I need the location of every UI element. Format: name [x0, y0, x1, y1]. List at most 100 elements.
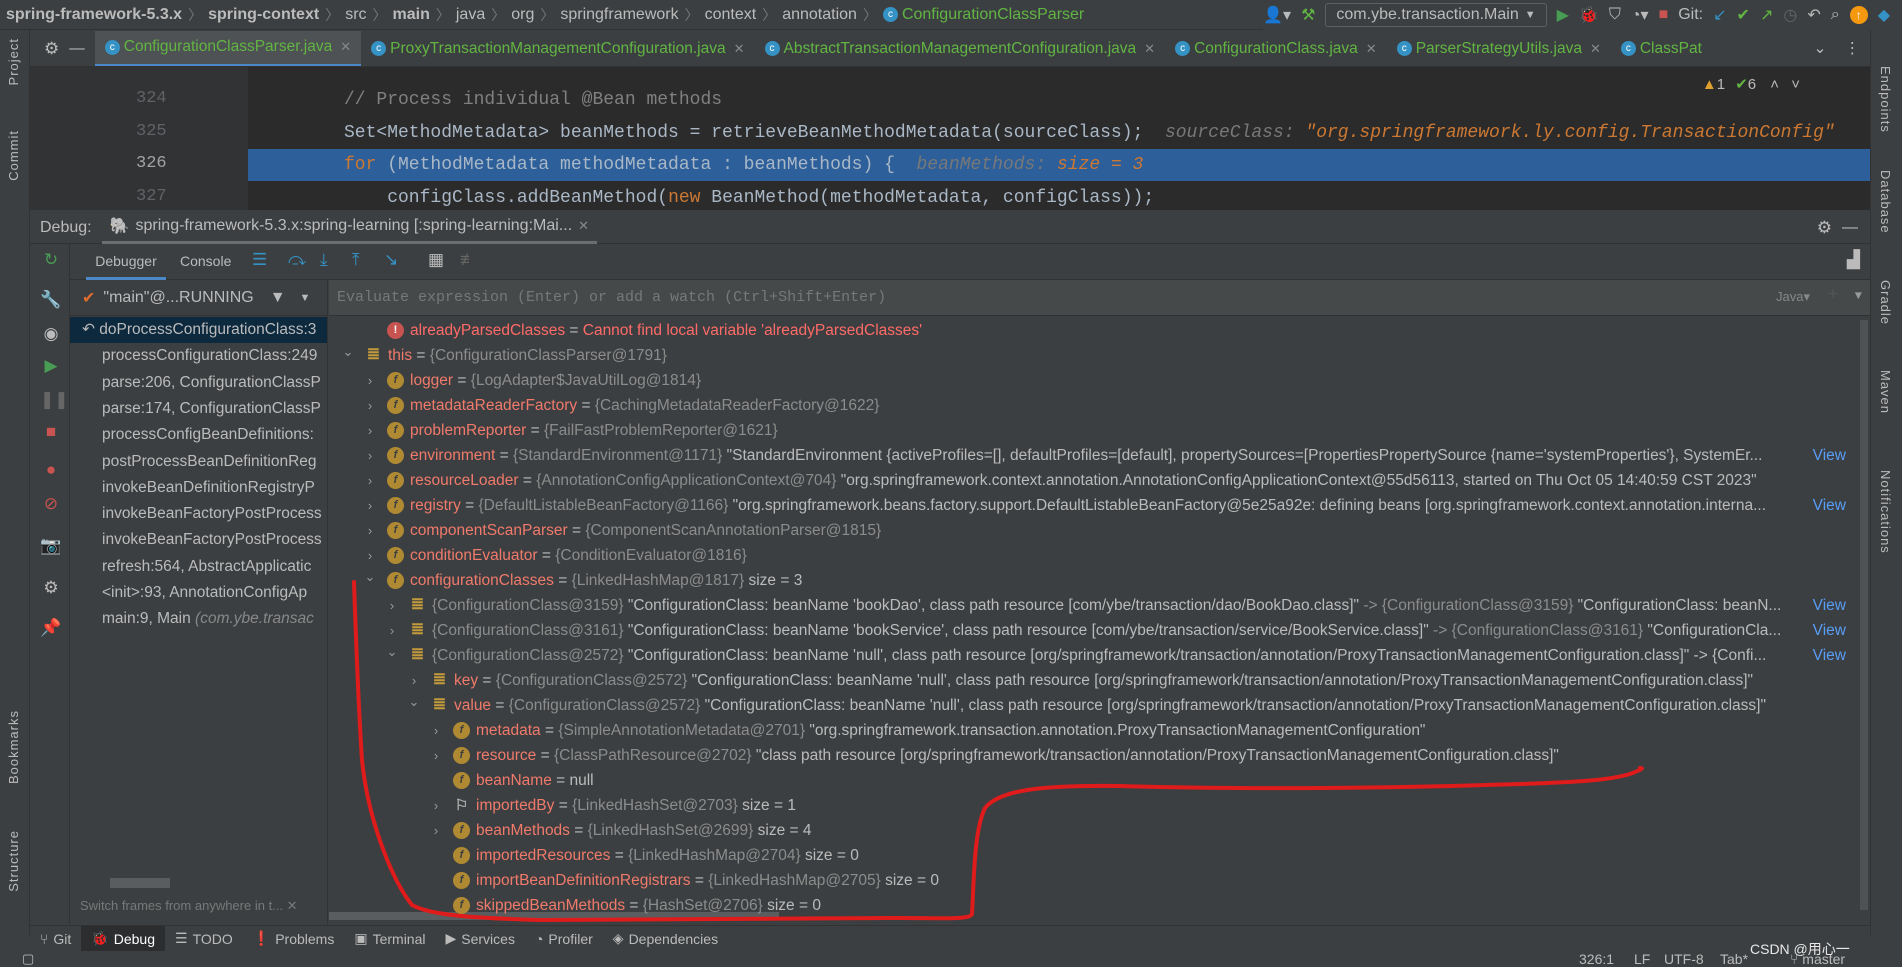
- maven-tool-button[interactable]: Maven: [1878, 370, 1893, 414]
- chevron-right-icon[interactable]: ›: [363, 418, 377, 443]
- variable-row[interactable]: f beanName = null: [329, 768, 1850, 793]
- variable-row[interactable]: ⌄ ≣ {ConfigurationClass@2572} "Configurati…: [329, 643, 1850, 668]
- editor-tab[interactable]: c ProxyTransactionManagementConfiguration…: [361, 31, 754, 66]
- editor-tab[interactable]: c ParserStrategyUtils.java ✕: [1387, 31, 1611, 66]
- close-icon[interactable]: ✕: [1590, 41, 1601, 57]
- view-link[interactable]: View: [1810, 618, 1846, 643]
- chevron-right-icon[interactable]: ›: [363, 518, 377, 543]
- tool-window-git[interactable]: ⑂ Git: [30, 926, 81, 952]
- build-hammer-icon[interactable]: ⚒: [1301, 5, 1315, 25]
- editor-tab[interactable]: c AbstractTransactionManagementConfigurat…: [755, 31, 1166, 66]
- variable-row[interactable]: › ≣ {ConfigurationClass@3161} "Configurati…: [329, 618, 1850, 643]
- breadcrumb-item[interactable]: spring-context: [202, 6, 325, 24]
- settings-gear-icon[interactable]: ⚙: [1807, 218, 1842, 238]
- chevron-right-icon[interactable]: ›: [363, 543, 377, 568]
- stack-frame[interactable]: main:9, Main (com.ybe.transac: [70, 606, 327, 632]
- tab-console[interactable]: Console: [180, 244, 231, 280]
- stack-frame[interactable]: refresh:564, AbstractApplicatic: [70, 554, 327, 580]
- view-watches-eye-icon[interactable]: ◉: [40, 324, 62, 344]
- git-push-icon[interactable]: ↗: [1760, 5, 1773, 25]
- close-icon[interactable]: ✕: [287, 898, 298, 913]
- tool-window-debug[interactable]: 🐞 Debug: [81, 925, 165, 952]
- stack-frame[interactable]: invokeBeanFactoryPostProcess: [70, 501, 327, 527]
- stack-frame[interactable]: <init>:93, AnnotationConfigAp: [70, 580, 327, 606]
- toolbox-icon[interactable]: ◆: [1878, 5, 1890, 25]
- stack-frame[interactable]: processConfigBeanDefinitions:: [70, 422, 327, 448]
- view-breakpoints-icon[interactable]: ●: [40, 460, 62, 480]
- variable-row[interactable]: › f metadataReaderFactory = {CachingMetada…: [329, 393, 1850, 418]
- tool-window-terminal[interactable]: ▣ Terminal: [344, 926, 435, 952]
- user-icon[interactable]: 👤▾: [1263, 5, 1291, 25]
- mute-breakpoints-icon[interactable]: ⊘: [40, 494, 62, 514]
- search-icon[interactable]: ⌕: [1831, 6, 1840, 24]
- tool-window-services[interactable]: ▶ Services: [435, 926, 524, 952]
- indent-setting[interactable]: Tab*: [1720, 951, 1748, 967]
- tabs-dropdown-icon[interactable]: ⌄: [1806, 39, 1835, 58]
- commit-tool-button[interactable]: Commit: [6, 130, 21, 181]
- layout-icon[interactable]: ▟: [1847, 250, 1860, 270]
- editor-tab[interactable]: c ClassPat: [1611, 31, 1712, 66]
- variable-row[interactable]: › ≣ key = {ConfigurationClass@2572} "Confi…: [329, 668, 1850, 693]
- hide-icon[interactable]: —: [1842, 219, 1870, 237]
- run-icon[interactable]: ▶: [1557, 5, 1569, 25]
- variable-row[interactable]: ⌄ f configurationClasses = {LinkedHashMap@…: [329, 568, 1850, 593]
- trace-icon[interactable]: ≢: [460, 250, 477, 270]
- history-icon[interactable]: ◷: [1783, 5, 1797, 25]
- project-tool-button[interactable]: Project: [6, 38, 21, 85]
- breadcrumb-item[interactable]: c ConfigurationClassParser: [877, 6, 1090, 24]
- variable-row[interactable]: ! alreadyParsedClasses = Cannot find loca…: [329, 318, 1850, 343]
- pause-icon[interactable]: ❚❚: [40, 390, 69, 410]
- chevron-right-icon[interactable]: ›: [363, 443, 377, 468]
- evaluate-expression-input[interactable]: Evaluate expression (Enter) or add a wat…: [329, 280, 1870, 316]
- chevron-down-icon[interactable]: ⌄: [363, 568, 377, 589]
- view-link[interactable]: View: [1810, 643, 1846, 668]
- rerun-icon[interactable]: ↻: [40, 250, 62, 270]
- chevron-down-icon[interactable]: ⌄: [407, 693, 421, 714]
- debug-session-tab[interactable]: 🐘 spring-framework-5.3.x:spring-learning…: [101, 212, 598, 244]
- chevron-down-icon[interactable]: ⌄: [341, 343, 355, 364]
- line-separator[interactable]: LF: [1634, 951, 1650, 967]
- stop-icon[interactable]: ■: [1659, 6, 1669, 24]
- editor-tab[interactable]: c ConfigurationClass.java ✕: [1165, 31, 1387, 66]
- stack-frame[interactable]: invokeBeanDefinitionRegistryP: [70, 475, 327, 501]
- chevron-right-icon[interactable]: ›: [385, 618, 399, 643]
- stack-frame[interactable]: parse:206, ConfigurationClassP: [70, 370, 327, 396]
- git-commit-icon[interactable]: ✔: [1737, 5, 1750, 25]
- debug-icon[interactable]: 🐞: [1579, 5, 1599, 25]
- stack-frame[interactable]: postProcessBeanDefinitionReg: [70, 449, 327, 475]
- variable-row[interactable]: › f componentScanParser = {ComponentScanAn…: [329, 518, 1850, 543]
- breadcrumb-item[interactable]: annotation: [776, 6, 863, 24]
- profile-icon[interactable]: ◔▾: [1631, 5, 1649, 25]
- step-out-icon[interactable]: ⤒: [352, 250, 360, 270]
- view-link[interactable]: View: [1810, 593, 1846, 618]
- run-to-cursor-icon[interactable]: ↘: [384, 250, 398, 270]
- camera-icon[interactable]: 📷: [40, 536, 62, 556]
- variable-row[interactable]: › f environment = {StandardEnvironment@117…: [329, 443, 1850, 468]
- view-link[interactable]: View: [1810, 493, 1846, 518]
- chevron-right-icon[interactable]: ›: [429, 718, 443, 743]
- variable-row[interactable]: ⌄ ≣ this = {ConfigurationClassParser@1791}: [329, 343, 1850, 368]
- stack-frame[interactable]: parse:174, ConfigurationClassP: [70, 396, 327, 422]
- tab-debugger[interactable]: Debugger: [86, 244, 166, 280]
- variable-row[interactable]: › f problemReporter = {FailFastProblemRepo…: [329, 418, 1850, 443]
- chevron-right-icon[interactable]: ›: [363, 493, 377, 518]
- evaluate-expression-icon[interactable]: ▦: [428, 250, 444, 270]
- filter-icon[interactable]: ▼: [270, 289, 286, 307]
- breadcrumb-item[interactable]: main: [387, 6, 436, 24]
- breadcrumb-item[interactable]: springframework: [554, 6, 684, 24]
- chevron-right-icon[interactable]: ›: [363, 368, 377, 393]
- code-editor[interactable]: 324 325 326 327 ▲1 ✔6 ˄ ˅ // Process indivi…: [30, 67, 1870, 210]
- chevron-right-icon[interactable]: ›: [429, 818, 443, 843]
- variable-row[interactable]: ⌄ ≣ value = {ConfigurationClass@2572} "Con…: [329, 693, 1850, 718]
- editor-tab[interactable]: c ConfigurationClassParser.java ✕: [94, 31, 362, 66]
- variables-vscrollbar[interactable]: [1860, 320, 1868, 910]
- chevron-down-icon[interactable]: ⌄: [385, 643, 399, 664]
- chevron-right-icon[interactable]: ›: [385, 593, 399, 618]
- variable-row[interactable]: › ⚐ importedBy = {LinkedHashSet@2703} size…: [329, 793, 1850, 818]
- variable-row[interactable]: › f registry = {DefaultListableBeanFactory…: [329, 493, 1850, 518]
- more-icon[interactable]: ⋮: [1835, 39, 1871, 58]
- gradle-tool-button[interactable]: Gradle: [1878, 280, 1893, 325]
- stack-frame[interactable]: processConfigurationClass:249: [70, 343, 327, 369]
- close-icon[interactable]: ✕: [1144, 41, 1155, 57]
- variable-row[interactable]: › f logger = {LogAdapter$JavaUtilLog@1814}: [329, 368, 1850, 393]
